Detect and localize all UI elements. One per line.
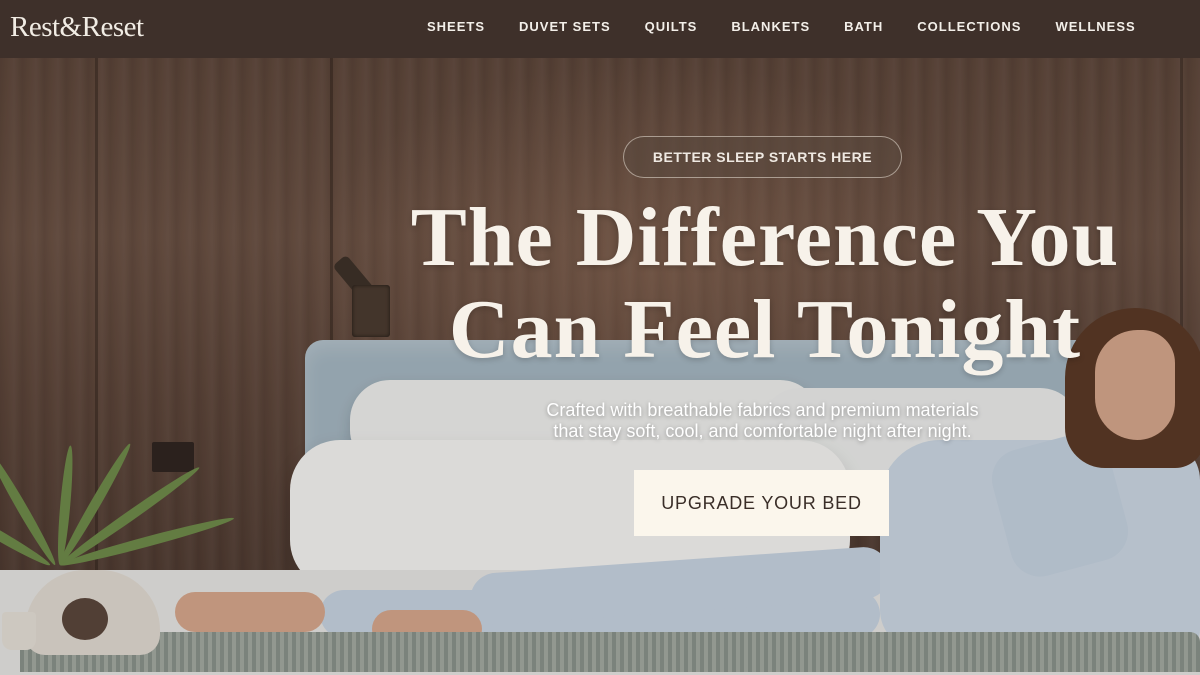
hero-subheading-line-1: Crafted with breathable fabrics and prem…	[546, 400, 979, 420]
site-header: Rest&Reset SHEETS DUVET SETS QUILTS BLAN…	[0, 0, 1200, 58]
nav-item-sheets[interactable]: SHEETS	[427, 19, 485, 34]
hero-subheading-line-2: that stay soft, cool, and comfortable ni…	[553, 421, 972, 441]
brand-logo[interactable]: Rest&Reset	[10, 11, 144, 44]
hero-headline: The Difference You Can Feel Tonight	[370, 192, 1160, 376]
nav-item-quilts[interactable]: QUILTS	[645, 19, 698, 34]
hero-eyebrow-pill: BETTER SLEEP STARTS HERE	[623, 136, 902, 178]
nav-item-blankets[interactable]: BLANKETS	[731, 19, 810, 34]
main-nav: SHEETS DUVET SETS QUILTS BLANKETS BATH C…	[427, 19, 1170, 34]
nav-item-collections[interactable]: COLLECTIONS	[917, 19, 1021, 34]
hero-subheading: Crafted with breathable fabrics and prem…	[470, 400, 1055, 442]
hero-headline-line-2: Can Feel Tonight	[448, 283, 1082, 376]
nav-item-wellness[interactable]: WELLNESS	[1055, 19, 1135, 34]
hero-headline-line-1: The Difference You	[410, 191, 1120, 284]
upgrade-your-bed-button[interactable]: UPGRADE YOUR BED	[634, 470, 889, 536]
nav-item-bath[interactable]: BATH	[844, 19, 883, 34]
nav-item-duvet-sets[interactable]: DUVET SETS	[519, 19, 611, 34]
